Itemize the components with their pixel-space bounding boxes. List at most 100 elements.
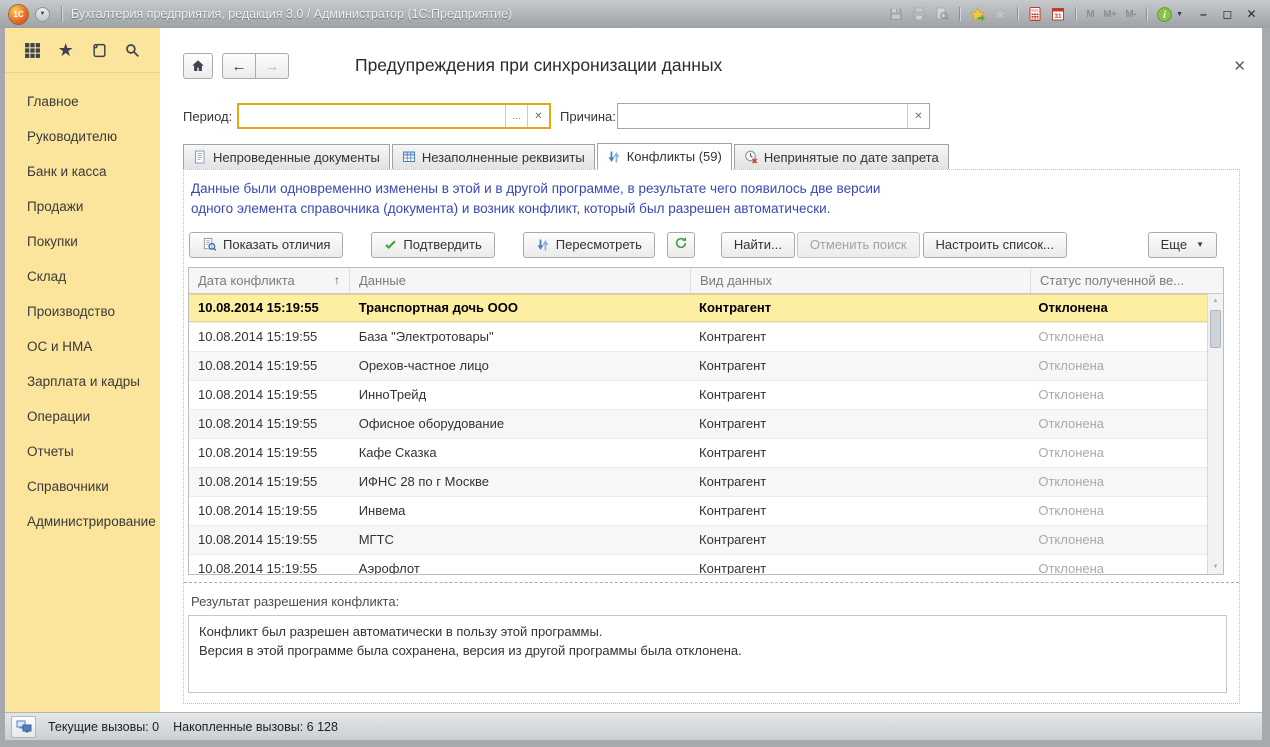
sidebar-item[interactable]: Главное	[5, 84, 160, 119]
cell-date: 10.08.2014 15:19:55	[189, 439, 350, 467]
column-header[interactable]: Вид данных	[691, 268, 1031, 293]
add-favorite-icon[interactable]	[968, 5, 986, 23]
cancel-search-button: Отменить поиск	[797, 232, 920, 258]
configure-list-button[interactable]: Настроить список...	[923, 232, 1067, 258]
column-header[interactable]: Статус полученной ве...	[1031, 268, 1223, 293]
splitter-handle[interactable]	[184, 582, 1239, 583]
window-controls: – ◻ ✕	[1193, 4, 1262, 24]
table-body: 10.08.2014 15:19:55Транспортная дочь ООО…	[189, 294, 1207, 574]
period-input[interactable]	[239, 105, 505, 127]
cell-date: 10.08.2014 15:19:55	[189, 497, 350, 525]
table-row[interactable]: 10.08.2014 15:19:55Транспортная дочь ООО…	[189, 294, 1207, 323]
titlebar: 1С ▼ Бухгалтерия предприятия, редакция 3…	[0, 0, 1270, 28]
tab-label: Незаполненные реквизиты	[422, 150, 585, 165]
cell-kind: Контрагент	[690, 381, 1029, 409]
cell-kind: Контрагент	[690, 497, 1029, 525]
cell-status: Отклонена	[1029, 497, 1207, 525]
cell-kind: Контрагент	[690, 468, 1029, 496]
sidebar-item[interactable]: Банк и касса	[5, 154, 160, 189]
server-calls-icon[interactable]	[11, 716, 36, 738]
tab-label: Непринятые по дате запрета	[764, 150, 939, 165]
maximize-button[interactable]: ◻	[1217, 4, 1238, 24]
scroll-up-icon[interactable]: ▲	[1208, 296, 1223, 306]
table-row[interactable]: 10.08.2014 15:19:55Орехов-частное лицоКо…	[189, 352, 1207, 381]
tab-label: Конфликты (59)	[627, 149, 722, 164]
scrollbar-thumb[interactable]	[1210, 310, 1221, 348]
show-differences-button[interactable]: Показать отличия	[189, 232, 343, 258]
table-row[interactable]: 10.08.2014 15:19:55База "Электротовары"К…	[189, 323, 1207, 352]
table-row[interactable]: 10.08.2014 15:19:55ИнвемаКонтрагентОткло…	[189, 497, 1207, 526]
clock-denied-icon	[744, 150, 758, 164]
table-row[interactable]: 10.08.2014 15:19:55МГТСКонтрагентОтклоне…	[189, 526, 1207, 555]
sidebar-item[interactable]: Производство	[5, 294, 160, 329]
cell-kind: Контрагент	[690, 555, 1029, 574]
main-menu-button[interactable]: ▼	[35, 7, 50, 22]
titlebar-toolbar: 31 M M+ M- i ▼	[887, 5, 1183, 23]
calculator-icon[interactable]	[1026, 5, 1044, 23]
cell-kind: Контрагент	[690, 352, 1029, 380]
search-icon[interactable]	[122, 39, 144, 61]
tab-label: Непроведенные документы	[213, 150, 380, 165]
result-line: Конфликт был разрешен автоматически в по…	[199, 622, 1216, 642]
home-button[interactable]	[183, 53, 213, 79]
sidebar-item[interactable]: ОС и НМА	[5, 329, 160, 364]
info-text: Данные были одновременно изменены в этой…	[191, 179, 1239, 220]
cell-status: Отклонена	[1029, 381, 1207, 409]
info-dropdown-icon[interactable]: ▼	[1176, 11, 1183, 18]
period-label: Период:	[183, 109, 232, 124]
refresh-button[interactable]	[667, 232, 695, 258]
column-header[interactable]: Данные	[350, 268, 691, 293]
sidebar-item[interactable]: Отчеты	[5, 434, 160, 469]
sidebar-item[interactable]: Руководителю	[5, 119, 160, 154]
table-row[interactable]: 10.08.2014 15:19:55Офисное оборудованиеК…	[189, 410, 1207, 439]
tab-active[interactable]: Конфликты (59)	[597, 143, 732, 169]
cell-data: ИФНС 28 по г Москве	[350, 468, 690, 496]
sidebar-item[interactable]: Продажи	[5, 189, 160, 224]
find-button[interactable]: Найти...	[721, 232, 795, 258]
table-row[interactable]: 10.08.2014 15:19:55ИФНС 28 по г МосквеКо…	[189, 468, 1207, 497]
close-window-button[interactable]: ✕	[1241, 4, 1262, 24]
period-clear-icon[interactable]: ✕	[527, 105, 549, 127]
minimize-button[interactable]: –	[1193, 4, 1214, 24]
reason-input[interactable]	[618, 104, 907, 128]
diff-icon	[202, 237, 217, 252]
sidebar-item[interactable]: Справочники	[5, 469, 160, 504]
tab-bar: Непроведенные документы Незаполненные рек…	[183, 143, 951, 169]
calendar-icon[interactable]: 31	[1049, 5, 1067, 23]
table-row[interactable]: 10.08.2014 15:19:55АэрофлотКонтрагентОтк…	[189, 555, 1207, 574]
print-icon	[910, 5, 928, 23]
cell-data: Аэрофлот	[350, 555, 690, 574]
table-row[interactable]: 10.08.2014 15:19:55ИнноТрейдКонтрагентОт…	[189, 381, 1207, 410]
vertical-scrollbar[interactable]: ▲ ▼	[1207, 294, 1223, 574]
favorites-star-icon[interactable]: ★	[55, 39, 77, 61]
sidebar-item[interactable]: Администрирование	[5, 504, 160, 539]
period-choose-button[interactable]: ...	[505, 105, 527, 127]
window-title: Бухгалтерия предприятия, редакция 3.0 / …	[71, 7, 512, 21]
more-button[interactable]: Еще▼	[1148, 232, 1217, 258]
reason-clear-icon[interactable]: ✕	[907, 104, 929, 128]
back-button[interactable]: ←	[222, 53, 256, 79]
sidebar-item[interactable]: Операции	[5, 399, 160, 434]
app-window: 1С ▼ Бухгалтерия предприятия, редакция 3…	[0, 0, 1270, 747]
info-icon[interactable]: i	[1155, 5, 1173, 23]
sidebar-item[interactable]: Покупки	[5, 224, 160, 259]
period-field: ... ✕	[237, 103, 551, 129]
tab-item[interactable]: Непроведенные документы	[183, 144, 390, 169]
history-icon[interactable]	[88, 39, 110, 61]
page-close-icon[interactable]: ✕	[1233, 57, 1246, 75]
column-header[interactable]: Дата конфликта↑	[189, 268, 350, 293]
cell-status: Отклонена	[1029, 410, 1207, 438]
review-button[interactable]: Пересмотреть	[523, 232, 655, 258]
confirm-button[interactable]: Подтвердить	[371, 232, 494, 258]
sidebar-item[interactable]: Склад	[5, 259, 160, 294]
sidebar-item[interactable]: Зарплата и кадры	[5, 364, 160, 399]
refresh-icon	[674, 236, 688, 253]
tab-item[interactable]: Незаполненные реквизиты	[392, 144, 595, 169]
page-title: Предупреждения при синхронизации данных	[355, 55, 722, 76]
column-label: Данные	[359, 273, 406, 288]
menu-grid-icon[interactable]	[21, 39, 43, 61]
scroll-down-icon[interactable]: ▼	[1208, 562, 1223, 572]
table-row[interactable]: 10.08.2014 15:19:55Кафе СказкаКонтрагент…	[189, 439, 1207, 468]
tab-item[interactable]: Непринятые по дате запрета	[734, 144, 949, 169]
cell-data: База "Электротовары"	[350, 323, 690, 351]
